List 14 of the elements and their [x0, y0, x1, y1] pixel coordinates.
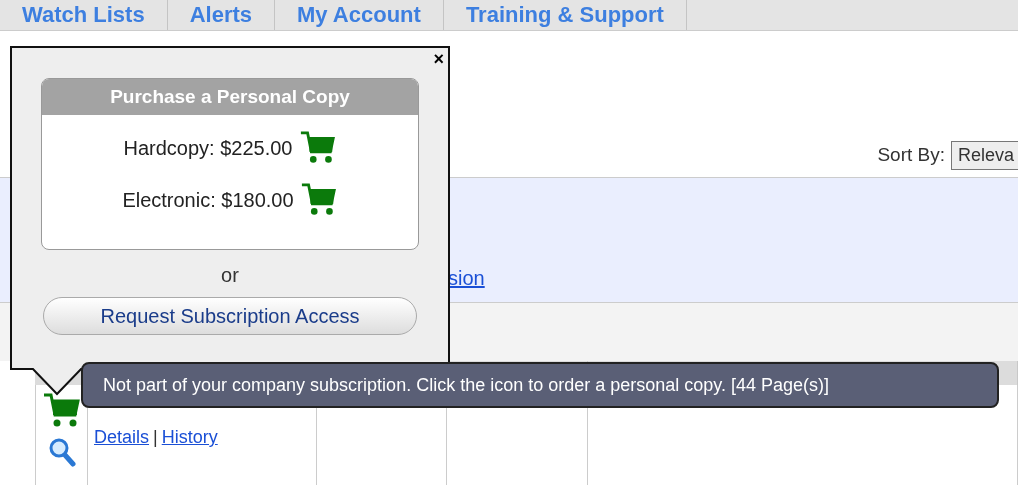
price-label: Hardcopy: $225.00 [123, 136, 293, 160]
sort-select[interactable]: Releva [951, 140, 1018, 170]
search-icon[interactable] [47, 437, 76, 467]
card-title: Purchase a Personal Copy [42, 79, 418, 115]
tooltip-text: Not part of your company subscription. Click the icon to order a personal copy. [44 Page(s)] [103, 374, 830, 396]
link-separator: | [153, 427, 158, 448]
row-link[interactable]: Details [94, 427, 150, 448]
row-link[interactable]: History [161, 427, 218, 448]
price-label: Electronic: $180.00 [122, 188, 294, 212]
sort-label: Sort By: [877, 144, 945, 166]
panel-link[interactable]: sion [448, 267, 485, 290]
close-button[interactable]: × [433, 50, 444, 68]
request-access-button[interactable]: Request Subscription Access [43, 297, 417, 335]
or-label: or [221, 264, 239, 287]
